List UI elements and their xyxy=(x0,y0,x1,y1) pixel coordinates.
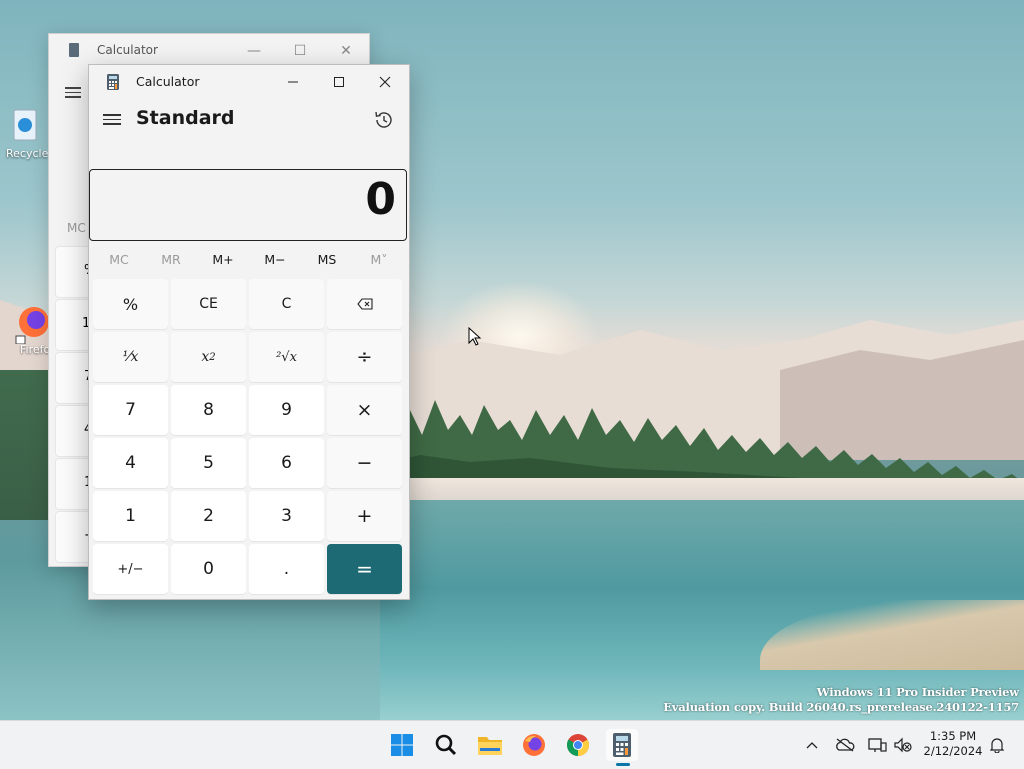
maximize-button[interactable] xyxy=(316,65,362,99)
clock-date: 2/12/2024 xyxy=(923,744,983,758)
hamburger-menu-icon[interactable] xyxy=(103,111,121,127)
square-button[interactable]: x2 xyxy=(171,332,246,382)
firefox-desktop-icon xyxy=(15,307,49,345)
close-icon xyxy=(379,76,391,88)
digit-8-button[interactable]: 8 xyxy=(171,385,246,435)
percent-button[interactable]: % xyxy=(93,279,168,329)
divide-button[interactable]: ÷ xyxy=(327,332,402,382)
memory-clear-button[interactable]: MC xyxy=(93,247,145,273)
memory-subtract-button[interactable]: M− xyxy=(249,247,301,273)
back-hamburger-icon[interactable] xyxy=(65,84,81,101)
memory-list-button[interactable]: M˅ xyxy=(353,247,405,273)
decimal-button[interactable]: . xyxy=(249,544,324,594)
result-display: 0 xyxy=(89,169,407,241)
close-button[interactable] xyxy=(362,65,408,99)
start-button[interactable] xyxy=(386,729,418,761)
firefox-shortcut[interactable]: Firefo xyxy=(14,300,50,356)
memory-recall-button[interactable]: MR xyxy=(145,247,197,273)
calculator-window[interactable]: Calculator Standard 0 MC MR M+ M− MS M˅ … xyxy=(88,64,410,600)
calculator-icon xyxy=(613,733,631,757)
clock[interactable]: 1:35 PM 2/12/2024 xyxy=(920,729,986,759)
taskbar: 1:35 PM 2/12/2024 xyxy=(0,720,1024,769)
square-exponent: 2 xyxy=(209,351,216,363)
mouse-cursor-icon xyxy=(468,327,482,346)
memory-add-button[interactable]: M+ xyxy=(197,247,249,273)
back-title-bar[interactable]: Calculator — ☐ ✕ xyxy=(49,34,369,66)
minimize-button[interactable] xyxy=(270,65,316,99)
negate-button[interactable]: +/− xyxy=(93,544,168,594)
recycle-bin-icon xyxy=(13,109,37,141)
watermark-build: Evaluation copy. Build 26040.rs_prerelea… xyxy=(663,700,1019,714)
bell-icon xyxy=(990,738,1004,753)
back-calculator-app-icon xyxy=(69,43,79,57)
onedrive-button[interactable] xyxy=(832,721,858,769)
volume-muted-icon xyxy=(894,737,912,753)
plus-button[interactable]: + xyxy=(327,491,402,541)
firefox-label: Firefo xyxy=(20,343,51,356)
search-icon xyxy=(435,734,457,756)
maximize-icon xyxy=(334,77,344,87)
history-icon[interactable] xyxy=(373,109,395,131)
network-button[interactable] xyxy=(864,721,890,769)
square-root-button[interactable]: ²√x xyxy=(249,332,324,382)
reciprocal-button[interactable]: ⅟x xyxy=(93,332,168,382)
file-explorer-icon xyxy=(478,737,502,755)
firefox-icon xyxy=(523,734,545,756)
chevron-up-icon xyxy=(806,742,818,749)
minus-button[interactable]: − xyxy=(327,438,402,488)
calculator-taskbar-button[interactable] xyxy=(606,729,638,761)
calculator-app-icon xyxy=(107,74,119,90)
chrome-button[interactable] xyxy=(562,729,594,761)
digit-7-button[interactable]: 7 xyxy=(93,385,168,435)
volume-button[interactable] xyxy=(892,721,914,769)
window-title: Calculator xyxy=(136,74,200,89)
watermark-edition: Windows 11 Pro Insider Preview xyxy=(816,685,1019,699)
clock-time: 1:35 PM xyxy=(929,729,977,743)
active-app-indicator xyxy=(616,763,630,766)
show-hidden-icons-button[interactable] xyxy=(800,721,824,769)
digit-2-button[interactable]: 2 xyxy=(171,491,246,541)
recycle-bin-shortcut[interactable]: Recycle xyxy=(6,104,48,160)
clear-entry-button[interactable]: CE xyxy=(171,279,246,329)
keypad: % CE C ⅟x x2 ²√x ÷ 7 8 9 × 4 5 6 − 1 2 3… xyxy=(93,279,405,594)
back-minimize-button[interactable]: — xyxy=(241,40,267,62)
firefox-button[interactable] xyxy=(518,729,550,761)
cloud-offline-icon xyxy=(836,738,855,752)
display-value: 0 xyxy=(365,174,396,225)
minimize-icon xyxy=(288,81,298,83)
memory-bar: MC MR M+ M− MS M˅ xyxy=(93,247,405,273)
digit-1-button[interactable]: 1 xyxy=(93,491,168,541)
back-close-button[interactable]: ✕ xyxy=(333,40,359,62)
digit-5-button[interactable]: 5 xyxy=(171,438,246,488)
clear-button[interactable]: C xyxy=(249,279,324,329)
equals-button[interactable]: = xyxy=(327,544,402,594)
digit-6-button[interactable]: 6 xyxy=(249,438,324,488)
notifications-button[interactable] xyxy=(986,721,1008,769)
memory-store-button[interactable]: MS xyxy=(301,247,353,273)
recycle-bin-label: Recycle xyxy=(6,147,49,160)
network-icon xyxy=(868,738,887,752)
mode-title: Standard xyxy=(136,107,235,129)
backspace-button[interactable] xyxy=(327,279,402,329)
chrome-icon xyxy=(567,734,589,756)
start-icon xyxy=(391,734,413,756)
file-explorer-button[interactable] xyxy=(474,729,506,761)
back-window-title: Calculator xyxy=(97,43,158,57)
digit-4-button[interactable]: 4 xyxy=(93,438,168,488)
back-memory-clear[interactable]: MC xyxy=(67,221,86,235)
digit-9-button[interactable]: 9 xyxy=(249,385,324,435)
search-button[interactable] xyxy=(430,729,462,761)
back-maximize-button[interactable]: ☐ xyxy=(287,40,313,62)
digit-3-button[interactable]: 3 xyxy=(249,491,324,541)
backspace-icon xyxy=(356,298,373,310)
title-bar[interactable]: Calculator xyxy=(89,65,409,99)
windows-watermark: Windows 11 Pro Insider Preview Evaluatio… xyxy=(663,685,1019,715)
calculator-header: Standard xyxy=(89,99,409,143)
digit-0-button[interactable]: 0 xyxy=(171,544,246,594)
multiply-button[interactable]: × xyxy=(327,385,402,435)
